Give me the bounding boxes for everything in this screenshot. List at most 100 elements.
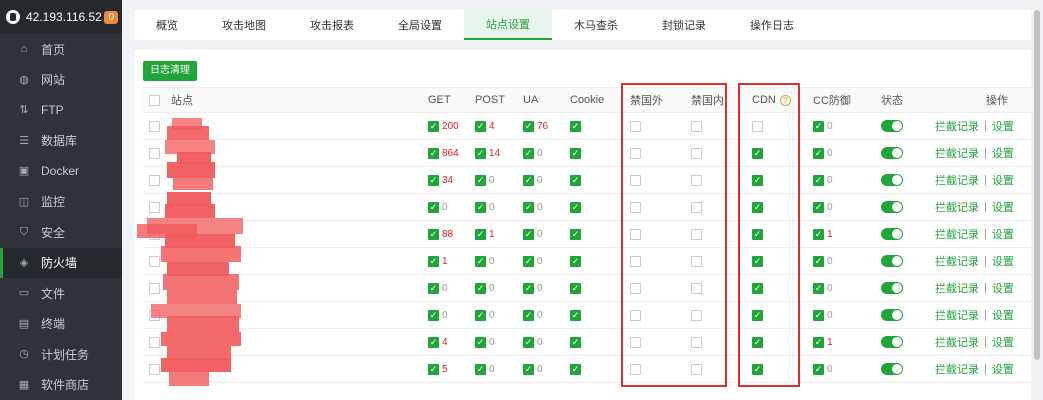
tab[interactable]: 操作日志 xyxy=(728,10,816,40)
clear-log-button[interactable]: 日志清理 xyxy=(143,61,197,81)
get-rule-checkbox[interactable]: ✓ xyxy=(428,282,439,294)
sidebar-item[interactable]: ☰ 数据库 xyxy=(0,126,122,157)
settings-link[interactable]: 设置 xyxy=(992,172,1014,188)
ua-rule-checkbox[interactable]: ✓ xyxy=(523,147,534,159)
intercept-log-link[interactable]: 拦截记录 xyxy=(935,226,979,242)
select-all-checkbox[interactable] xyxy=(149,88,160,112)
sidebar-item[interactable]: ◍ 网站 xyxy=(0,65,122,96)
settings-link[interactable]: 设置 xyxy=(992,199,1014,215)
status-toggle[interactable] xyxy=(881,120,903,132)
server-header[interactable]: 42.193.116.52 0 xyxy=(0,0,122,34)
ua-rule-checkbox[interactable]: ✓ xyxy=(523,228,534,240)
cc-checkbox[interactable]: ✓ xyxy=(813,363,824,375)
get-rule-checkbox[interactable]: ✓ xyxy=(428,363,439,375)
status-toggle[interactable] xyxy=(881,255,903,267)
post-rule-checkbox[interactable]: ✓ xyxy=(475,309,486,321)
cookie-checkbox[interactable]: ✓ xyxy=(570,120,581,132)
intercept-log-link[interactable]: 拦截记录 xyxy=(935,253,979,269)
status-toggle[interactable] xyxy=(881,309,903,321)
notification-badge[interactable]: 0 xyxy=(104,10,118,24)
sidebar-item[interactable]: ▤ 终端 xyxy=(0,309,122,340)
settings-link[interactable]: 设置 xyxy=(992,361,1014,377)
vertical-scrollbar[interactable] xyxy=(1033,0,1041,400)
cookie-checkbox[interactable]: ✓ xyxy=(570,201,581,213)
tab[interactable]: 概览 xyxy=(134,10,200,40)
get-rule-checkbox[interactable]: ✓ xyxy=(428,228,439,240)
cc-checkbox[interactable]: ✓ xyxy=(813,255,824,267)
sidebar-item[interactable]: ⇅ FTP xyxy=(0,95,122,126)
post-rule-checkbox[interactable]: ✓ xyxy=(475,255,486,267)
post-rule-checkbox[interactable]: ✓ xyxy=(475,120,486,132)
cookie-checkbox[interactable]: ✓ xyxy=(570,147,581,159)
tab[interactable]: 全局设置 xyxy=(376,10,464,40)
intercept-log-link[interactable]: 拦截记录 xyxy=(935,145,979,161)
intercept-log-link[interactable]: 拦截记录 xyxy=(935,307,979,323)
settings-link[interactable]: 设置 xyxy=(992,145,1014,161)
cookie-checkbox[interactable]: ✓ xyxy=(570,228,581,240)
cc-checkbox[interactable]: ✓ xyxy=(813,309,824,321)
status-toggle[interactable] xyxy=(881,174,903,186)
cc-checkbox[interactable]: ✓ xyxy=(813,336,824,348)
intercept-log-link[interactable]: 拦截记录 xyxy=(935,199,979,215)
cc-checkbox[interactable]: ✓ xyxy=(813,174,824,186)
ua-rule-checkbox[interactable]: ✓ xyxy=(523,201,534,213)
sidebar-item[interactable]: ⌂ 首页 xyxy=(0,34,122,65)
intercept-log-link[interactable]: 拦截记录 xyxy=(935,361,979,377)
ua-rule-checkbox[interactable]: ✓ xyxy=(523,120,534,132)
intercept-log-link[interactable]: 拦截记录 xyxy=(935,280,979,296)
ua-rule-checkbox[interactable]: ✓ xyxy=(523,282,534,294)
cookie-checkbox[interactable]: ✓ xyxy=(570,255,581,267)
get-rule-checkbox[interactable]: ✓ xyxy=(428,147,439,159)
cc-checkbox[interactable]: ✓ xyxy=(813,282,824,294)
sidebar-item[interactable]: ◫ 监控 xyxy=(0,187,122,218)
sidebar-item[interactable]: ▭ 文件 xyxy=(0,278,122,309)
get-rule-checkbox[interactable]: ✓ xyxy=(428,255,439,267)
cc-checkbox[interactable]: ✓ xyxy=(813,147,824,159)
get-rule-checkbox[interactable]: ✓ xyxy=(428,336,439,348)
ua-rule-checkbox[interactable]: ✓ xyxy=(523,363,534,375)
get-rule-checkbox[interactable]: ✓ xyxy=(428,309,439,321)
sidebar-item[interactable]: ◷ 计划任务 xyxy=(0,339,122,370)
post-rule-checkbox[interactable]: ✓ xyxy=(475,228,486,240)
intercept-log-link[interactable]: 拦截记录 xyxy=(935,334,979,350)
tab[interactable]: 站点设置 xyxy=(464,10,552,40)
status-toggle[interactable] xyxy=(881,282,903,294)
post-rule-checkbox[interactable]: ✓ xyxy=(475,174,486,186)
get-rule-checkbox[interactable]: ✓ xyxy=(428,174,439,186)
get-rule-checkbox[interactable]: ✓ xyxy=(428,120,439,132)
settings-link[interactable]: 设置 xyxy=(992,118,1014,134)
sidebar-item[interactable]: ▣ Docker xyxy=(0,156,122,187)
status-toggle[interactable] xyxy=(881,363,903,375)
cookie-checkbox[interactable]: ✓ xyxy=(570,282,581,294)
settings-link[interactable]: 设置 xyxy=(992,334,1014,350)
cookie-checkbox[interactable]: ✓ xyxy=(570,174,581,186)
cc-checkbox[interactable]: ✓ xyxy=(813,201,824,213)
status-toggle[interactable] xyxy=(881,336,903,348)
tab[interactable]: 攻击报表 xyxy=(288,10,376,40)
cc-checkbox[interactable]: ✓ xyxy=(813,228,824,240)
tab[interactable]: 封锁记录 xyxy=(640,10,728,40)
settings-link[interactable]: 设置 xyxy=(992,226,1014,242)
settings-link[interactable]: 设置 xyxy=(992,253,1014,269)
post-rule-checkbox[interactable]: ✓ xyxy=(475,282,486,294)
ua-rule-checkbox[interactable]: ✓ xyxy=(523,309,534,321)
cc-checkbox[interactable]: ✓ xyxy=(813,120,824,132)
intercept-log-link[interactable]: 拦截记录 xyxy=(935,172,979,188)
status-toggle[interactable] xyxy=(881,147,903,159)
ua-rule-checkbox[interactable]: ✓ xyxy=(523,255,534,267)
sidebar-item[interactable]: ◈ 防火墙 xyxy=(0,247,122,278)
post-rule-checkbox[interactable]: ✓ xyxy=(475,201,486,213)
post-rule-checkbox[interactable]: ✓ xyxy=(475,336,486,348)
ua-rule-checkbox[interactable]: ✓ xyxy=(523,336,534,348)
settings-link[interactable]: 设置 xyxy=(992,307,1014,323)
tab[interactable]: 木马查杀 xyxy=(552,10,640,40)
status-toggle[interactable] xyxy=(881,228,903,240)
post-rule-checkbox[interactable]: ✓ xyxy=(475,147,486,159)
get-rule-checkbox[interactable]: ✓ xyxy=(428,201,439,213)
settings-link[interactable]: 设置 xyxy=(992,280,1014,296)
intercept-log-link[interactable]: 拦截记录 xyxy=(935,118,979,134)
sidebar-item[interactable]: ⛉ 安全 xyxy=(0,217,122,248)
post-rule-checkbox[interactable]: ✓ xyxy=(475,363,486,375)
tab[interactable]: 攻击地图 xyxy=(200,10,288,40)
sidebar-item[interactable]: ▦ 软件商店 xyxy=(0,370,122,400)
